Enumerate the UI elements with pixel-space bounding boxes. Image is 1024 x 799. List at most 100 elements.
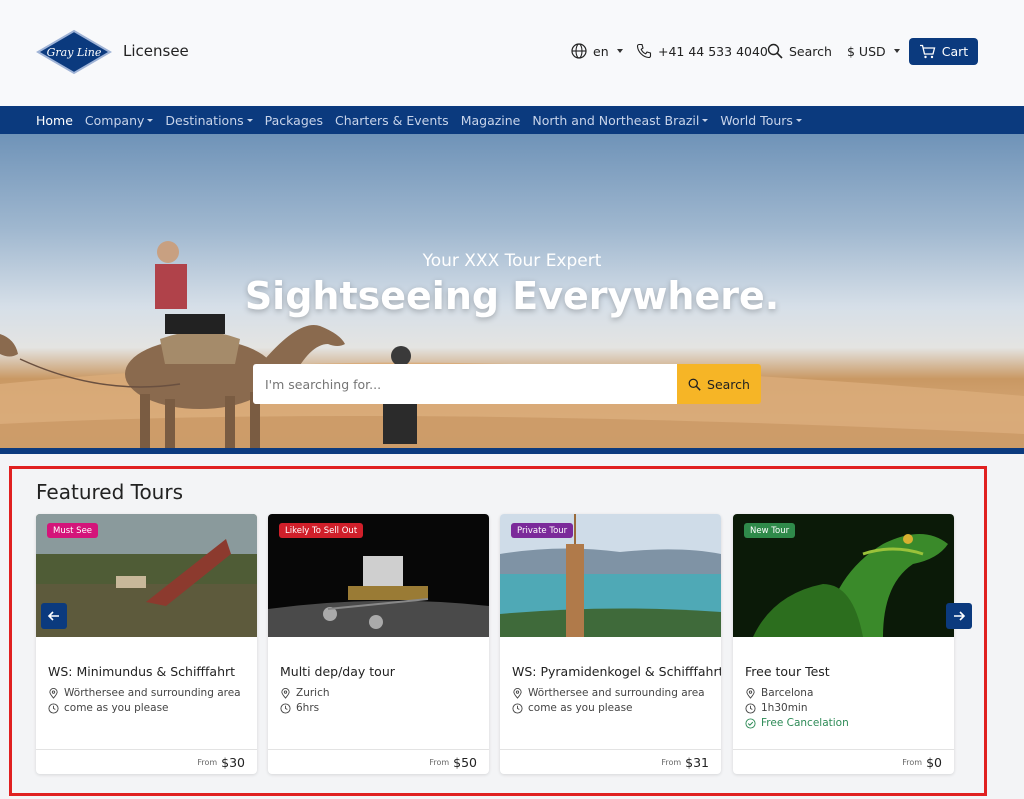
chevron-down-icon [893, 49, 900, 53]
svg-text:Gray Line: Gray Line [47, 46, 102, 59]
chevron-down-icon [616, 49, 623, 53]
map-pin-icon [281, 687, 290, 699]
nav-item-north-northeast-brazil[interactable]: North and Northeast Brazil [532, 112, 709, 128]
tour-duration-text: 6hrs [296, 702, 320, 714]
carousel-prev-button[interactable] [41, 603, 67, 629]
tour-badge: Must See [47, 523, 99, 538]
nav-label: Magazine [460, 112, 521, 128]
cart-label: Cart [941, 44, 969, 59]
nav-item-magazine[interactable]: Magazine [461, 113, 521, 128]
tour-title[interactable]: WS: Minimundus & Schifffahrt [48, 664, 235, 679]
clock-icon [745, 702, 756, 714]
tour-location: Wörthersee and surrounding area [48, 687, 241, 699]
price-from-label: From [661, 757, 682, 767]
arrow-right-icon [954, 611, 966, 621]
tour-price-row: From $31 [500, 749, 721, 774]
clock-icon [280, 702, 291, 714]
featured-tours-section: Featured Tours Must See WS: Minimundus &… [9, 466, 987, 796]
tour-location: Zurich [280, 687, 330, 699]
chevron-down-icon [147, 118, 154, 122]
tour-location-text: Zurich [296, 687, 330, 699]
site-header: Gray Line Licensee en +41 44 533 4040 Se… [0, 0, 1024, 106]
language-selector[interactable]: en [571, 42, 623, 60]
gray-line-logo[interactable]: Gray Line [36, 29, 112, 75]
arrow-left-icon [47, 611, 59, 621]
tour-price-row: From $0 [733, 749, 954, 774]
cart-button[interactable]: Cart [909, 38, 978, 65]
nav-label: World Tours [720, 112, 793, 128]
tour-title[interactable]: Multi dep/day tour [280, 664, 395, 679]
tour-duration-text: come as you please [528, 702, 633, 714]
free-cancelation-text: Free Cancelation [761, 717, 849, 729]
tour-duration: 6hrs [280, 702, 319, 714]
nav-item-packages[interactable]: Packages [265, 113, 323, 128]
hero-search-input[interactable] [253, 364, 677, 404]
clock-icon [512, 702, 523, 714]
tour-badge: New Tour [744, 523, 796, 538]
tour-card[interactable]: Must See WS: Minimundus & Schifffahrt Wö… [36, 514, 257, 774]
tour-price: $31 [685, 754, 709, 770]
hero-subtitle: Your XXX Tour Expert [422, 251, 602, 271]
price-from-label: From [429, 757, 450, 767]
section-title: Featured Tours [36, 480, 184, 504]
chevron-down-icon [702, 118, 709, 122]
chevron-down-icon [246, 118, 253, 122]
cart-icon [919, 44, 936, 59]
hero-banner: Your XXX Tour Expert Sightseeing Everywh… [0, 134, 1024, 448]
search-icon [688, 378, 701, 391]
currency-selector[interactable]: $ USD [847, 42, 900, 60]
nav-label: Charters & Events [334, 112, 449, 128]
tour-location-text: Wörthersee and surrounding area [64, 687, 241, 699]
nav-item-charters-events[interactable]: Charters & Events [335, 113, 449, 128]
tour-location: Barcelona [745, 687, 813, 699]
tour-duration-text: 1h30min [761, 702, 808, 714]
hero-divider [0, 448, 1024, 454]
currency-label: $ USD [847, 43, 886, 59]
nav-label: Home [36, 112, 73, 128]
chevron-down-icon [795, 118, 802, 122]
search-icon [767, 43, 783, 59]
clock-icon [48, 702, 59, 714]
phone-link[interactable]: +41 44 533 4040 [636, 42, 768, 60]
hero-search-bar: Search [253, 364, 761, 404]
tour-title[interactable]: Free tour Test [745, 664, 830, 679]
tour-duration: come as you please [512, 702, 633, 714]
hero-search-button[interactable]: Search [677, 364, 761, 404]
main-nav: Home Company Destinations Packages Chart… [0, 106, 1024, 134]
tour-duration-text: come as you please [64, 702, 169, 714]
tour-price-row: From $30 [36, 749, 257, 774]
tour-title[interactable]: WS: Pyramidenkogel & Schifffahrt [512, 664, 721, 679]
map-pin-icon [513, 687, 522, 699]
price-from-label: From [902, 757, 923, 767]
tour-card[interactable]: New Tour Free tour Test Barcelona 1h30mi… [733, 514, 954, 774]
tour-duration: 1h30min [745, 702, 808, 714]
nav-item-destinations[interactable]: Destinations [165, 113, 253, 128]
tour-location: Wörthersee and surrounding area [512, 687, 705, 699]
header-search-button[interactable]: Search [767, 42, 832, 60]
tour-duration: come as you please [48, 702, 169, 714]
map-pin-icon [49, 687, 58, 699]
nav-item-company[interactable]: Company [84, 112, 154, 128]
nav-label: North and Northeast Brazil [532, 112, 700, 128]
hero-title: Sightseeing Everywhere. [244, 274, 780, 318]
tour-price: $50 [453, 754, 477, 770]
tour-card[interactable]: Likely To Sell Out Multi dep/day tour Zu… [268, 514, 489, 774]
tour-price-row: From $50 [268, 749, 489, 774]
language-label: en [593, 43, 609, 59]
tour-card[interactable]: Private Tour WS: Pyramidenkogel & Schiff… [500, 514, 721, 774]
price-from-label: From [197, 757, 218, 767]
phone-number: +41 44 533 4040 [658, 43, 768, 59]
free-cancelation: Free Cancelation [745, 717, 849, 729]
tour-price: $30 [221, 754, 245, 770]
hero-search-button-label: Search [707, 376, 750, 392]
nav-label: Company [84, 112, 145, 128]
tour-location-text: Wörthersee and surrounding area [528, 687, 705, 699]
map-pin-icon [746, 687, 755, 699]
carousel-next-button[interactable] [946, 603, 972, 629]
licensee-label: Licensee [123, 42, 189, 60]
nav-label: Packages [264, 112, 323, 128]
nav-item-home[interactable]: Home [36, 113, 73, 128]
nav-item-world-tours[interactable]: World Tours [720, 113, 802, 128]
tour-badge: Private Tour [511, 523, 574, 538]
tour-badge: Likely To Sell Out [279, 523, 364, 538]
